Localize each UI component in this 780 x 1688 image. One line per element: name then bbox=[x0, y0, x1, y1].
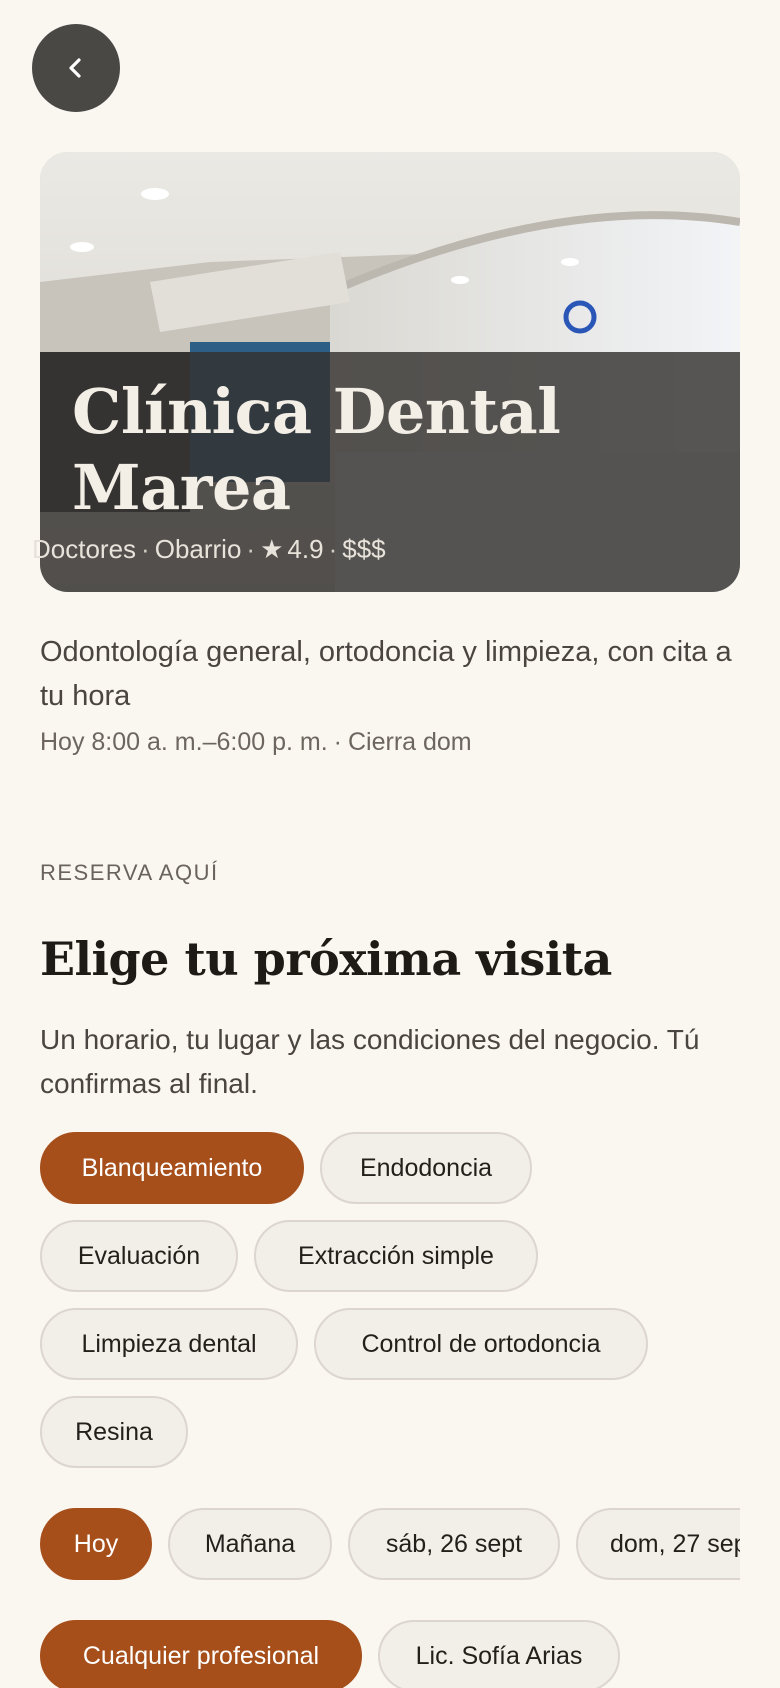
clinic-meta: Doctores · Obarrio · ★ 4.9 · $$$ bbox=[32, 534, 386, 565]
clinic-category: Doctores bbox=[32, 534, 137, 564]
hours-today: Hoy 8:00 a. m.–6:00 p. m. bbox=[40, 728, 328, 756]
service-chip-resina[interactable]: Resina bbox=[40, 1396, 188, 1468]
clinic-hero: Clínica Dental Marea bbox=[40, 152, 740, 592]
date-chip-manana[interactable]: Mañana bbox=[168, 1508, 332, 1580]
professional-chip-sofia-arias[interactable]: Lic. Sofía Arias bbox=[378, 1620, 620, 1688]
service-chip-blanqueamiento[interactable]: Blanqueamiento bbox=[40, 1132, 304, 1204]
clinic-hours: Hoy 8:00 a. m.–6:00 p. m. · Cierra dom bbox=[40, 728, 472, 757]
clinic-price: $$$ bbox=[342, 534, 386, 564]
hours-closed: Cierra dom bbox=[347, 728, 472, 756]
back-button[interactable] bbox=[32, 24, 120, 112]
date-chip-hoy[interactable]: Hoy bbox=[40, 1508, 152, 1580]
star-icon: ★ bbox=[260, 534, 284, 564]
clinic-booking-page: Clínica Dental Marea Doctores · Obarrio … bbox=[0, 0, 780, 1688]
meta-separator: · bbox=[246, 534, 256, 564]
clinic-rating: 4.9 bbox=[287, 534, 324, 564]
meta-separator: · bbox=[141, 534, 150, 564]
clinic-area: Obarrio bbox=[154, 534, 242, 564]
service-chip-endodoncia[interactable]: Endodoncia bbox=[320, 1132, 532, 1204]
meta-separator: · bbox=[328, 534, 338, 564]
clinic-name: Clínica Dental Marea bbox=[72, 375, 561, 524]
meta-separator: · bbox=[333, 728, 342, 756]
date-chip-sab[interactable]: sáb, 26 sept bbox=[348, 1508, 560, 1580]
service-chip-ortodoncia[interactable]: Control de ortodoncia bbox=[314, 1308, 648, 1380]
service-chip-extraccion[interactable]: Extracción simple bbox=[254, 1220, 538, 1292]
date-chip-dom[interactable]: dom, 27 sept bbox=[576, 1508, 740, 1580]
booking-eyebrow: RESERVA AQUÍ bbox=[40, 860, 219, 885]
booking-title: Elige tu próxima visita bbox=[40, 932, 612, 986]
clinic-description: Odontología general, ortodoncia y limpie… bbox=[40, 636, 732, 712]
chevron-left-icon bbox=[69, 58, 81, 78]
service-chip-limpieza[interactable]: Limpieza dental bbox=[40, 1308, 298, 1380]
professional-chip-any[interactable]: Cualquier profesional bbox=[40, 1620, 362, 1688]
booking-subtitle: Un horario, tu lugar y las condiciones d… bbox=[40, 1024, 700, 1099]
date-chips[interactable]: Hoy Mañana sáb, 26 sept dom, 27 sept bbox=[40, 1508, 740, 1584]
service-chip-evaluacion[interactable]: Evaluación bbox=[40, 1220, 238, 1292]
